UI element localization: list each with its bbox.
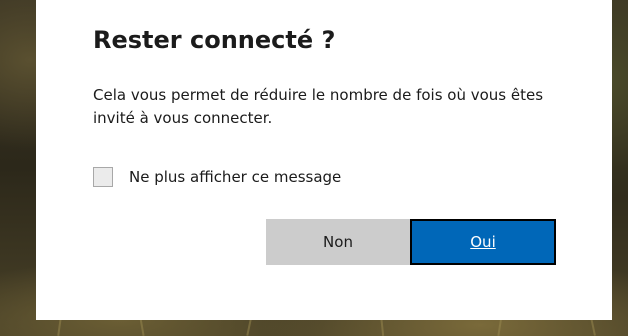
dialog-title: Rester connecté ? <box>93 26 336 54</box>
yes-button[interactable]: Oui <box>410 219 556 265</box>
dont-show-again-label: Ne plus afficher ce message <box>129 168 342 186</box>
dont-show-again-option[interactable]: Ne plus afficher ce message <box>93 167 341 187</box>
dont-show-again-checkbox[interactable] <box>93 167 113 187</box>
stay-signed-in-dialog: Rester connecté ? Cela vous permet de ré… <box>36 0 612 320</box>
no-button[interactable]: Non <box>266 219 410 265</box>
dialog-description: Cela vous permet de réduire le nombre de… <box>93 86 544 127</box>
